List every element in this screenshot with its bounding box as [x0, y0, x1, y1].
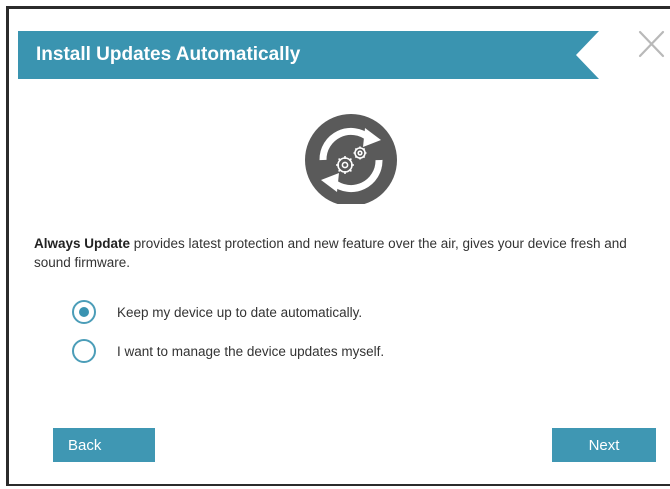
dialog-bottom-border	[6, 484, 670, 486]
next-button[interactable]: Next	[552, 428, 656, 462]
close-button[interactable]	[636, 29, 666, 61]
next-button-label: Next	[588, 436, 620, 454]
option-manual-update[interactable]: I want to manage the device updates myse…	[72, 339, 492, 363]
page-title: Install Updates Automatically	[36, 44, 301, 65]
radio-auto-update[interactable]	[72, 300, 96, 324]
back-button[interactable]: Back	[53, 428, 155, 462]
option-auto-update[interactable]: Keep my device up to date automatically.	[72, 300, 492, 324]
back-button-label: Back	[68, 436, 102, 454]
option-auto-update-label: Keep my device up to date automatically.	[117, 304, 363, 320]
title-banner: Install Updates Automatically	[18, 31, 599, 79]
close-icon	[638, 30, 665, 58]
update-gears-icon	[301, 112, 405, 206]
description-bold-lead: Always Update	[34, 236, 131, 251]
description-text: Always Update provides latest protection…	[34, 234, 654, 272]
radio-manual-update[interactable]	[72, 339, 96, 363]
option-manual-update-label: I want to manage the device updates myse…	[117, 343, 385, 359]
